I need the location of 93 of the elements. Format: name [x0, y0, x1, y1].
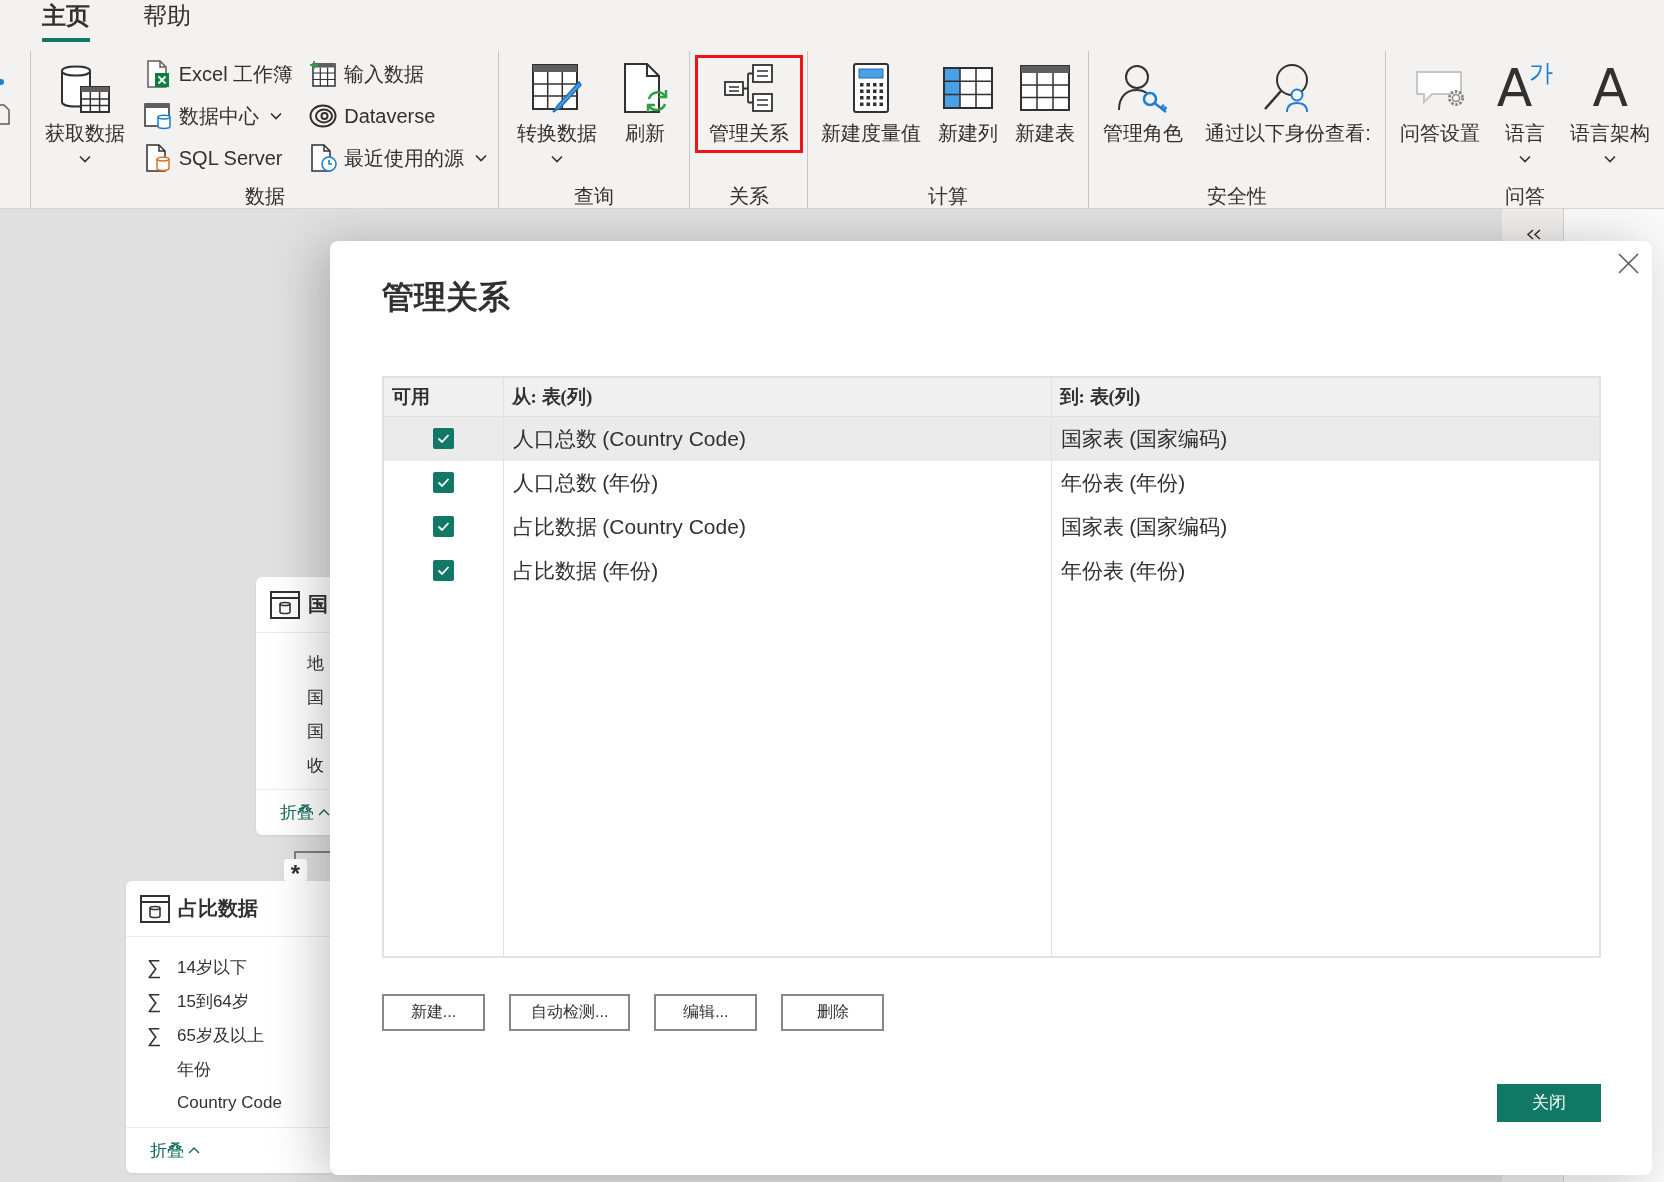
close-icon[interactable] [1618, 253, 1639, 274]
chevron-up-icon [318, 809, 330, 816]
field-name[interactable]: 年份 [177, 1057, 211, 1081]
ribbon-button[interactable]: A 语言架构 [1563, 55, 1658, 170]
table-cell: 年份表 (年份) [1051, 548, 1600, 593]
column-header: 从: 表(列) [503, 377, 1051, 417]
table-cell: 国家表 (国家编码) [1051, 416, 1600, 461]
column-header: 到: 表(列) [1051, 377, 1600, 417]
ribbon-button[interactable]: 新建列 [931, 55, 1005, 153]
ribbon-button[interactable]: SQL Server [139, 140, 287, 176]
sum-symbol: ∑ [147, 989, 162, 1013]
group-label: 问答 [1504, 184, 1546, 208]
ribbon-button[interactable]: 管理角色 [1096, 55, 1191, 153]
chevron-down-icon [475, 154, 488, 162]
chevron-down-icon [551, 155, 563, 163]
database-icon [140, 894, 170, 923]
field-name[interactable]: 15到64岁 [177, 989, 249, 1013]
swirl-icon [309, 102, 338, 130]
ribbon-tab[interactable]: 帮助 [143, 0, 191, 42]
field-name[interactable]: 收 [307, 753, 324, 777]
connector-line [294, 851, 330, 860]
ribbon-button[interactable]: 数据中心 [139, 98, 286, 134]
person-key-icon [1117, 62, 1170, 114]
file-database-icon [143, 144, 172, 172]
file-clock-icon [309, 144, 338, 172]
ribbon-button[interactable]: 管理关系 [694, 55, 803, 153]
sum-symbol: ∑ [147, 955, 162, 979]
field-name[interactable]: 国 [307, 685, 324, 709]
group-label: 关系 [727, 184, 770, 208]
group-label: 安全性 [1206, 184, 1268, 208]
group-label: 计算 [927, 184, 969, 208]
checkbox[interactable] [432, 560, 454, 581]
ribbon-button[interactable]: 新建表 [1008, 55, 1082, 153]
table-cell: 人口总数 (年份) [503, 460, 1051, 505]
letter-icon: A [1592, 62, 1629, 114]
chevron-down-icon [78, 155, 91, 163]
relationship-diagram-icon [722, 62, 775, 114]
table-cell: 人口总数 (Country Code) [503, 416, 1051, 461]
collapse-link[interactable]: 折叠 [280, 801, 330, 824]
letter-icon: A$^{가}$ [1496, 62, 1554, 114]
table-cell: 占比数据 (年份) [503, 548, 1051, 593]
ribbon-button[interactable]: 获取数据 [37, 55, 132, 170]
table-pencil-icon [531, 62, 583, 114]
field-name[interactable]: 65岁及以上 [177, 1023, 264, 1047]
dialog-button[interactable]: 新建... [382, 993, 485, 1031]
ribbon-button[interactable]: Excel 工作簿 [139, 56, 298, 92]
table-row[interactable]: 人口总数 (年份) 年份表 (年份) [383, 460, 1600, 505]
card-title: 占比数据 [178, 896, 258, 921]
ribbon-button[interactable]: Dataverse [305, 98, 440, 134]
table-icon [1019, 62, 1071, 114]
chevron-down-icon [1604, 155, 1617, 163]
field-name[interactable]: 国 [307, 719, 324, 743]
chevron-up-icon [188, 1147, 200, 1154]
table-cell: 占比数据 (Country Code) [503, 504, 1051, 549]
ribbon-button[interactable]: A$^{가}$ 语言 [1489, 55, 1561, 170]
ribbon-tab[interactable]: 主页 [42, 0, 90, 42]
table-row[interactable]: 占比数据 (Country Code) 国家表 (国家编码) [383, 504, 1600, 549]
table-card[interactable]: 占比数据 ∑ 14岁以下 ∑ 15到64岁 ∑ 65岁及以上 年份 Country Code 折叠 [126, 881, 331, 1173]
database-icon [270, 590, 300, 619]
ribbon-button[interactable]: 通过以下身份查看: [1198, 55, 1378, 153]
table-row[interactable]: 人口总数 (Country Code) 国家表 (国家编码) [383, 416, 1600, 461]
table-cell: 国家表 (国家编码) [1051, 504, 1600, 549]
card-title: 国 [308, 592, 328, 617]
collapse-link[interactable]: 折叠 [150, 1139, 200, 1162]
window-database-icon [143, 102, 172, 130]
ribbon-button[interactable]: 最近使用的源 [305, 140, 492, 176]
sum-symbol: ∑ [147, 1023, 162, 1047]
chevron-down-icon [1519, 155, 1531, 163]
ribbon-button[interactable]: 新建度量值 [814, 55, 928, 153]
chevron-down-icon [269, 112, 282, 120]
table-row[interactable]: 占比数据 (年份) 年份表 (年份) [383, 548, 1600, 593]
dialog-button[interactable]: 删除 [781, 993, 885, 1031]
checkbox[interactable] [432, 516, 454, 537]
table-card[interactable]: 国 地 国 国 收 折叠 [256, 577, 331, 835]
dialog-title: 管理关系 [382, 278, 511, 317]
field-name[interactable]: Country Code [177, 1093, 282, 1113]
column-header: 可用 [383, 377, 503, 417]
ribbon-button[interactable]: 输入数据 [305, 56, 429, 92]
ribbon-button[interactable]: 转换数据 [510, 55, 604, 170]
ribbon-button[interactable]: 刷新 [612, 55, 678, 153]
field-name[interactable]: 地 [307, 651, 324, 675]
close-button[interactable]: 关闭 [1497, 1083, 1601, 1122]
table-plus-icon [309, 60, 338, 88]
dialog-button[interactable]: 编辑... [654, 993, 758, 1031]
ribbon-button[interactable]: 问答设置 [1392, 55, 1487, 153]
cardinality-label: * [284, 859, 307, 881]
checkbox[interactable] [432, 472, 454, 493]
dialog-button[interactable]: 自动检测... [509, 993, 631, 1031]
group-label: 数据 [243, 184, 286, 208]
group-label: 查询 [573, 184, 615, 208]
checkbox[interactable] [432, 428, 454, 450]
field-name[interactable]: 14岁以下 [177, 955, 247, 979]
table-cell: 年份表 (年份) [1051, 460, 1600, 505]
